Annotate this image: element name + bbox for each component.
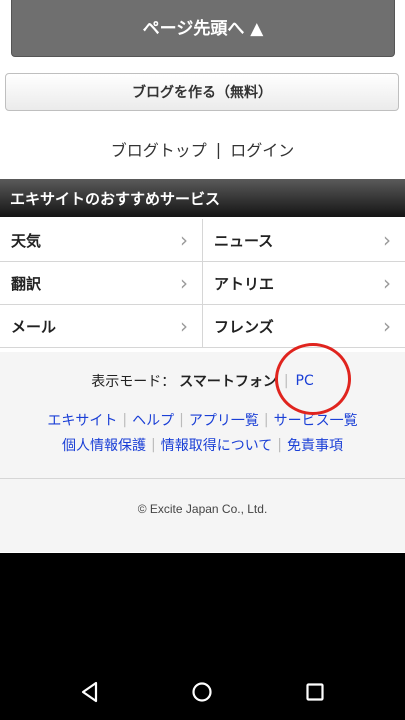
blog-top-link[interactable]: ブログトップ bbox=[111, 137, 207, 161]
service-label: ニュース bbox=[214, 231, 274, 250]
annotation-circle bbox=[275, 343, 351, 415]
footer-links-row1: エキサイト | ヘルプ | アプリ一覧 | サービス一覧 bbox=[47, 410, 358, 430]
footer-link-help[interactable]: ヘルプ bbox=[132, 410, 174, 430]
service-news[interactable]: ニュース › bbox=[203, 219, 405, 262]
service-label: メール bbox=[11, 317, 57, 336]
link-separator: | bbox=[215, 139, 222, 159]
service-label: 翻訳 bbox=[11, 274, 42, 293]
chevron-right-icon: › bbox=[383, 228, 391, 252]
create-blog-button[interactable]: ブログを作る（無料） bbox=[5, 73, 399, 111]
chevron-right-icon: › bbox=[383, 271, 391, 295]
chevron-right-icon: › bbox=[180, 228, 188, 252]
service-weather[interactable]: 天気 › bbox=[0, 219, 203, 262]
web-page: ページ先頭へ ▲ ブログを作る（無料） ブログトップ | ログイン エキサイトの… bbox=[0, 0, 405, 553]
display-mode-current: スマートフォン bbox=[179, 374, 277, 390]
login-link[interactable]: ログイン bbox=[230, 137, 294, 161]
android-nav-bar bbox=[0, 660, 405, 720]
chevron-right-icon: › bbox=[180, 314, 188, 338]
services-grid: 天気 › ニュース › 翻訳 › アトリエ › メール › フレンズ › bbox=[0, 219, 405, 348]
service-friends[interactable]: フレンズ › bbox=[203, 305, 405, 348]
service-label: 天気 bbox=[11, 231, 42, 250]
recents-icon[interactable] bbox=[303, 680, 327, 704]
display-mode-label: 表示モード： bbox=[91, 374, 176, 390]
page-top-button[interactable]: ページ先頭へ ▲ bbox=[11, 0, 395, 57]
footer-link-excite[interactable]: エキサイト bbox=[47, 410, 117, 430]
service-translate[interactable]: 翻訳 › bbox=[0, 262, 203, 305]
back-icon[interactable] bbox=[78, 680, 102, 704]
home-icon[interactable] bbox=[190, 680, 214, 704]
footer-link-privacy[interactable]: 個人情報保護 bbox=[62, 435, 146, 455]
footer-link-apps[interactable]: アプリ一覧 bbox=[189, 410, 259, 430]
footer-links-row2: 個人情報保護 | 情報取得について | 免責事項 bbox=[61, 435, 344, 455]
service-atelier[interactable]: アトリエ › bbox=[203, 262, 405, 305]
footer-divider bbox=[0, 478, 405, 479]
copyright: © Excite Japan Co., Ltd. bbox=[137, 502, 268, 516]
services-header: エキサイトのおすすめサービス bbox=[0, 179, 405, 217]
service-mail[interactable]: メール › bbox=[0, 305, 203, 348]
chevron-right-icon: › bbox=[383, 314, 391, 338]
footer-link-disclaimer[interactable]: 免責事項 bbox=[287, 435, 343, 455]
top-links: ブログトップ | ログイン bbox=[0, 136, 405, 162]
service-label: フレンズ bbox=[214, 317, 274, 336]
service-label: アトリエ bbox=[214, 274, 275, 293]
chevron-right-icon: › bbox=[180, 271, 188, 295]
footer-link-data-collection[interactable]: 情報取得について bbox=[161, 435, 273, 455]
